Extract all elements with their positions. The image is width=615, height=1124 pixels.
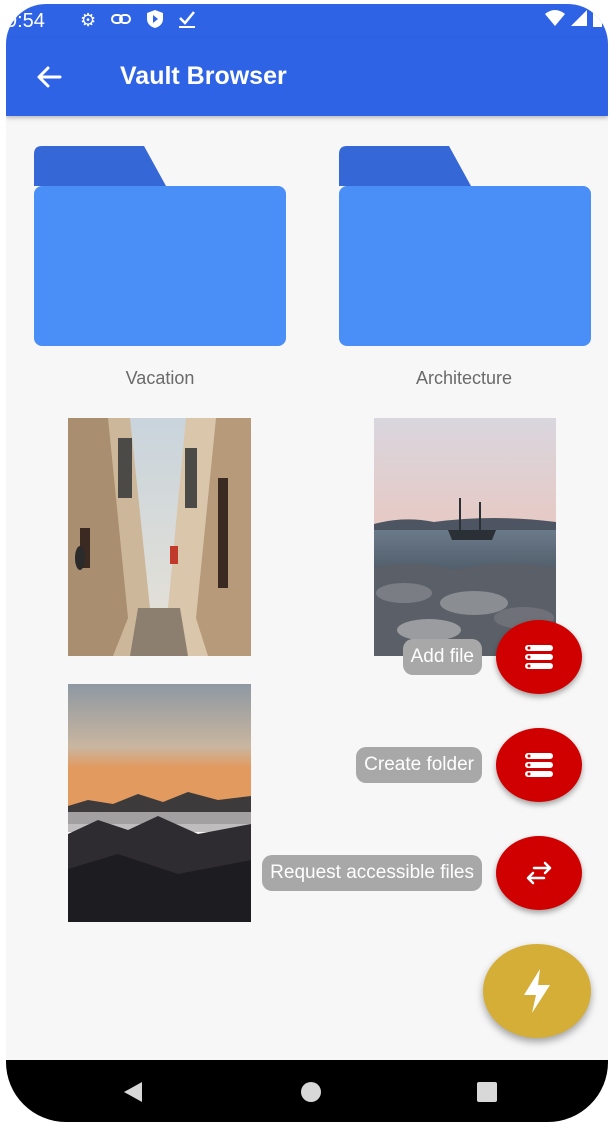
swap-icon [526, 861, 552, 885]
list-icon [525, 645, 553, 669]
list-icon [525, 753, 553, 777]
add-file-label[interactable]: Add file [402, 639, 482, 675]
create-folder-label[interactable]: Create folder [356, 747, 482, 783]
create-folder-button[interactable] [496, 728, 582, 802]
alley-photo[interactable] [68, 418, 251, 656]
folder-icon [34, 146, 286, 346]
back-triangle-icon[interactable] [122, 1080, 144, 1109]
home-circle-icon[interactable] [300, 1081, 322, 1108]
flash-icon [524, 969, 550, 1013]
battery-icon [592, 8, 602, 34]
recents-square-icon[interactable] [476, 1081, 498, 1108]
speed-dial-add-file: Add file [402, 620, 582, 694]
status-time: 9:54 [6, 10, 45, 32]
wifi-icon [544, 9, 566, 33]
speed-dial-main-button[interactable] [483, 944, 591, 1038]
signal-icon [570, 9, 588, 33]
folder-label-architecture: Architecture [415, 368, 513, 388]
folder-vacation[interactable] [34, 146, 286, 351]
add-file-button[interactable] [496, 620, 582, 694]
folder-icon [339, 146, 591, 346]
request-files-button[interactable] [496, 836, 582, 910]
mountain-photo[interactable] [68, 684, 251, 922]
speed-dial-request-files: Request accessible files [262, 836, 582, 910]
arrow-back-icon[interactable] [32, 60, 66, 94]
speed-dial-create-folder: Create folder [356, 728, 582, 802]
app-bar: Vault Browser [6, 38, 608, 116]
settings-icon: ⚙ [80, 10, 97, 30]
page-title: Vault Browser [120, 62, 287, 90]
folder-architecture[interactable] [339, 146, 591, 351]
status-bar: 9:54 ⚙ [6, 4, 608, 38]
system-nav-bar [6, 1060, 608, 1122]
link-icon [110, 9, 132, 34]
folder-label-vacation: Vacation [125, 368, 195, 388]
download-done-icon [178, 9, 196, 34]
phone-screen: 9:54 ⚙ Vault Browser Vacation Architectu… [6, 4, 608, 1122]
request-files-label[interactable]: Request accessible files [262, 855, 482, 891]
shield-icon [146, 9, 164, 34]
